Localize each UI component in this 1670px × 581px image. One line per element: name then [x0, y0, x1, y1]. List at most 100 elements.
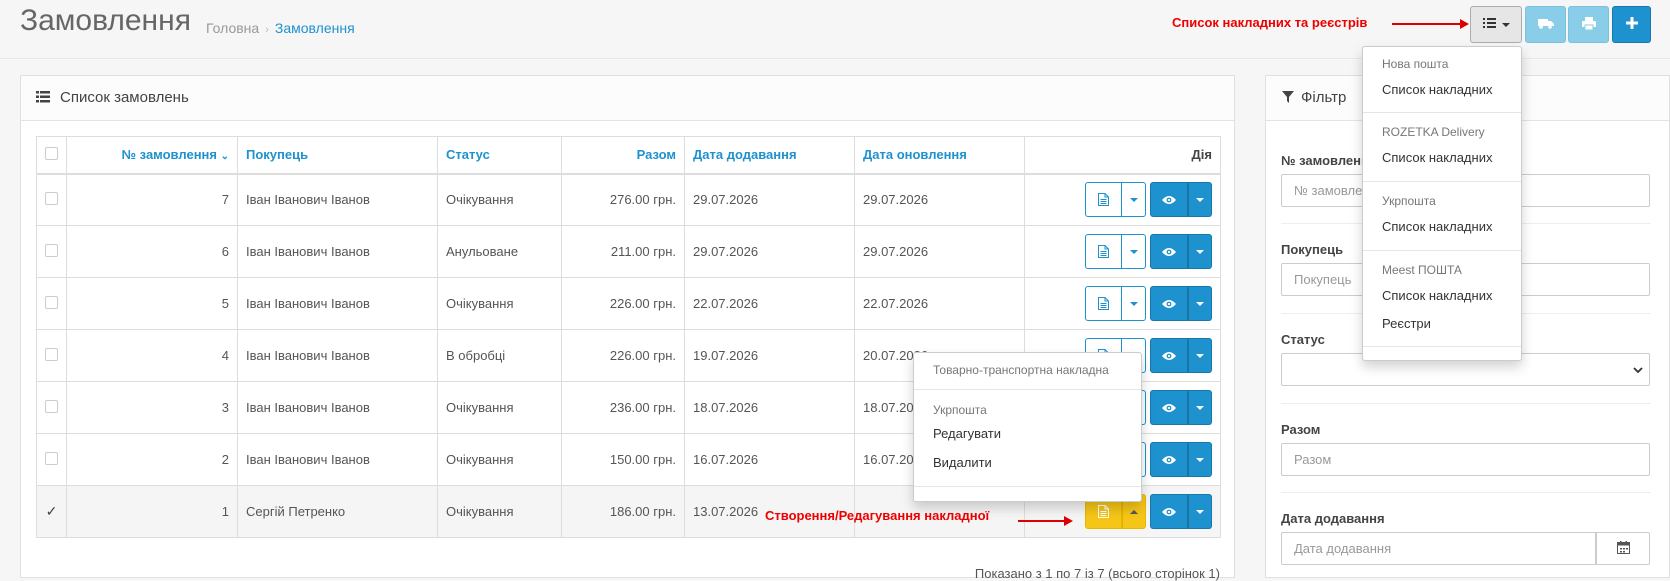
breadcrumb-home[interactable]: Головна — [206, 20, 259, 36]
status-cell: Очікування — [437, 485, 562, 538]
annotation-arrow-line — [1018, 520, 1064, 522]
row-checkbox[interactable] — [45, 347, 58, 361]
view-button[interactable] — [1150, 338, 1188, 373]
customer-cell: Іван Іванович Іванов — [237, 277, 438, 330]
dropdown-item-ukrposhta-waybills[interactable]: Список накладних — [1382, 219, 1492, 234]
checkbox-cell — [36, 277, 67, 330]
eye-icon — [1162, 507, 1176, 517]
table-row: 7 Іван Іванович Іванов Очікування 276.00 гр… — [36, 173, 1221, 226]
date-added-cell: 29.07.2026 — [684, 173, 855, 226]
view-button[interactable] — [1150, 234, 1188, 269]
status-cell: Очікування — [437, 433, 562, 486]
dropdown-divider — [1363, 250, 1521, 251]
select-all-checkbox[interactable] — [45, 146, 58, 160]
order-id-cell: 7 — [66, 173, 238, 226]
waybill-dropdown-toggle[interactable] — [1122, 182, 1146, 218]
eye-icon — [1162, 247, 1176, 257]
total-cell: 276.00 грн. — [561, 173, 685, 226]
view-dropdown-toggle[interactable] — [1188, 286, 1212, 321]
calendar-button[interactable] — [1596, 532, 1650, 565]
view-dropdown-toggle[interactable] — [1188, 338, 1212, 373]
column-order-id[interactable]: № замовлення ⌄ — [66, 136, 238, 175]
dropdown-divider — [1363, 181, 1521, 182]
date-modified-cell: 29.07.2026 — [854, 173, 1025, 226]
filter-divider — [1281, 492, 1651, 493]
row-checkbox[interactable] — [45, 399, 58, 413]
row-checkbox[interactable] — [45, 295, 58, 309]
view-dropdown-toggle[interactable] — [1188, 442, 1212, 477]
status-cell: Очікування — [437, 381, 562, 434]
chevron-down-icon — [1633, 362, 1643, 377]
dropdown-item-meest-registries[interactable]: Реєстри — [1382, 316, 1431, 331]
view-dropdown-toggle[interactable] — [1188, 390, 1212, 425]
dropdown-divider — [914, 486, 1141, 487]
print-icon — [1581, 16, 1596, 33]
filter-date-added-input[interactable]: Дата додавання — [1281, 532, 1596, 565]
view-dropdown-toggle[interactable] — [1188, 234, 1212, 269]
date-added-cell: 19.07.2026 — [684, 329, 855, 382]
dropdown-item-rozetka-waybills[interactable]: Список накладних — [1382, 150, 1492, 165]
waybill-button[interactable] — [1085, 234, 1122, 269]
chevron-down-icon — [1129, 249, 1138, 254]
date-added-cell: 16.07.2026 — [684, 433, 855, 486]
view-button[interactable] — [1150, 182, 1188, 218]
waybill-dropdown-toggle[interactable] — [1122, 234, 1146, 269]
checkbox-cell — [36, 433, 67, 486]
waybill-dropdown-toggle[interactable] — [1122, 286, 1146, 321]
shipping-button[interactable] — [1525, 6, 1566, 43]
file-icon — [1098, 193, 1109, 207]
checkbox-cell: ✓ — [36, 485, 67, 538]
dropdown-divider — [914, 389, 1141, 390]
waybill-list-dropdown-button[interactable] — [1470, 6, 1522, 43]
breadcrumb-orders[interactable]: Замовлення — [275, 20, 355, 36]
filter-total-input[interactable]: Разом — [1281, 443, 1650, 476]
dropdown-item-edit[interactable]: Редагувати — [933, 426, 1001, 441]
filter-label-status: Статус — [1281, 332, 1325, 347]
waybill-button-group — [1085, 286, 1146, 321]
dropdown-item-meest-waybills[interactable]: Список накладних — [1382, 288, 1492, 303]
column-total[interactable]: Разом — [561, 136, 685, 175]
view-button[interactable] — [1150, 286, 1188, 321]
print-button[interactable] — [1568, 6, 1609, 43]
row-checkbox[interactable] — [45, 243, 58, 257]
eye-icon — [1162, 403, 1176, 413]
column-date-modified[interactable]: Дата оновлення — [854, 136, 1025, 175]
column-status[interactable]: Статус — [437, 136, 562, 175]
column-customer[interactable]: Покупець — [237, 136, 438, 175]
status-cell: Очікування — [437, 173, 562, 226]
view-button[interactable] — [1150, 494, 1188, 529]
dropdown-item-delete[interactable]: Видалити — [933, 455, 992, 470]
orders-panel: Список замовлень № замовлення ⌄ Покупець… — [20, 75, 1235, 581]
column-date-added[interactable]: Дата додавання — [684, 136, 855, 175]
view-button[interactable] — [1150, 442, 1188, 477]
file-icon — [1098, 505, 1109, 518]
checkbox-cell — [36, 381, 67, 434]
chevron-down-icon — [1196, 249, 1204, 254]
view-dropdown-toggle[interactable] — [1188, 182, 1212, 218]
view-button[interactable] — [1150, 390, 1188, 425]
total-cell: 150.00 грн. — [561, 433, 685, 486]
row-checkbox[interactable] — [45, 451, 58, 465]
eye-icon — [1162, 195, 1176, 205]
date-added-cell: 22.07.2026 — [684, 277, 855, 330]
dropdown-header-nova-poshta: Нова пошта — [1382, 57, 1449, 71]
orders-panel-title: Список замовлень — [60, 89, 189, 106]
view-dropdown-toggle[interactable] — [1188, 494, 1212, 529]
row-checkbox-checked[interactable]: ✓ — [46, 503, 58, 519]
dropdown-item-nova-poshta-waybills[interactable]: Список накладних — [1382, 82, 1492, 97]
waybill-button[interactable] — [1085, 286, 1122, 321]
chevron-down-icon — [1196, 301, 1204, 306]
waybill-button[interactable] — [1085, 182, 1122, 218]
chevron-down-icon — [1501, 22, 1510, 27]
dropdown-header-rozetka-delivery: ROZETKA Delivery — [1382, 125, 1485, 139]
order-id-cell: 3 — [66, 381, 238, 434]
row-checkbox[interactable] — [45, 191, 58, 205]
add-order-button[interactable] — [1612, 6, 1651, 43]
select-all-cell — [36, 136, 67, 175]
view-button-group — [1150, 182, 1212, 218]
chevron-down-icon — [1196, 457, 1204, 462]
order-id-cell: 4 — [66, 329, 238, 382]
dropdown-header-meest: Meest ПОШТА — [1382, 263, 1462, 277]
truck-icon — [1537, 17, 1554, 32]
customer-cell: Сергій Петренко — [237, 485, 438, 538]
